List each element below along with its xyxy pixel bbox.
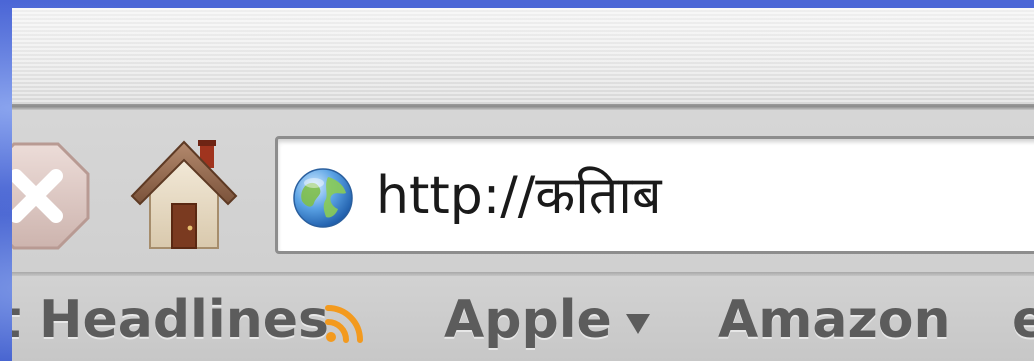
browser-window: http://कतिाब t Headlines Apple Amazon e [12, 8, 1034, 361]
url-text: http://कतिाब [376, 166, 662, 226]
rss-icon [325, 305, 363, 343]
bookmark-amazon[interactable]: Amazon [718, 288, 951, 352]
home-icon [130, 140, 238, 249]
navigation-toolbar: http://कतिाब [12, 110, 1034, 272]
address-bar[interactable]: http://कतिाब [275, 136, 1034, 254]
title-bar [12, 8, 1034, 104]
globe-icon [293, 168, 353, 228]
stop-button[interactable] [12, 140, 92, 252]
bookmark-top-headlines[interactable]: t Headlines [12, 288, 329, 352]
bookmark-apple[interactable]: Apple [444, 288, 612, 352]
stop-x-icon [12, 142, 90, 250]
dropdown-triangle-icon[interactable] [624, 312, 652, 336]
title-bar-stripes [12, 8, 1034, 104]
bookmark-e[interactable]: e [1012, 288, 1034, 352]
home-button[interactable] [124, 130, 244, 250]
bookmarks-bar: t Headlines Apple Amazon e [12, 276, 1034, 361]
